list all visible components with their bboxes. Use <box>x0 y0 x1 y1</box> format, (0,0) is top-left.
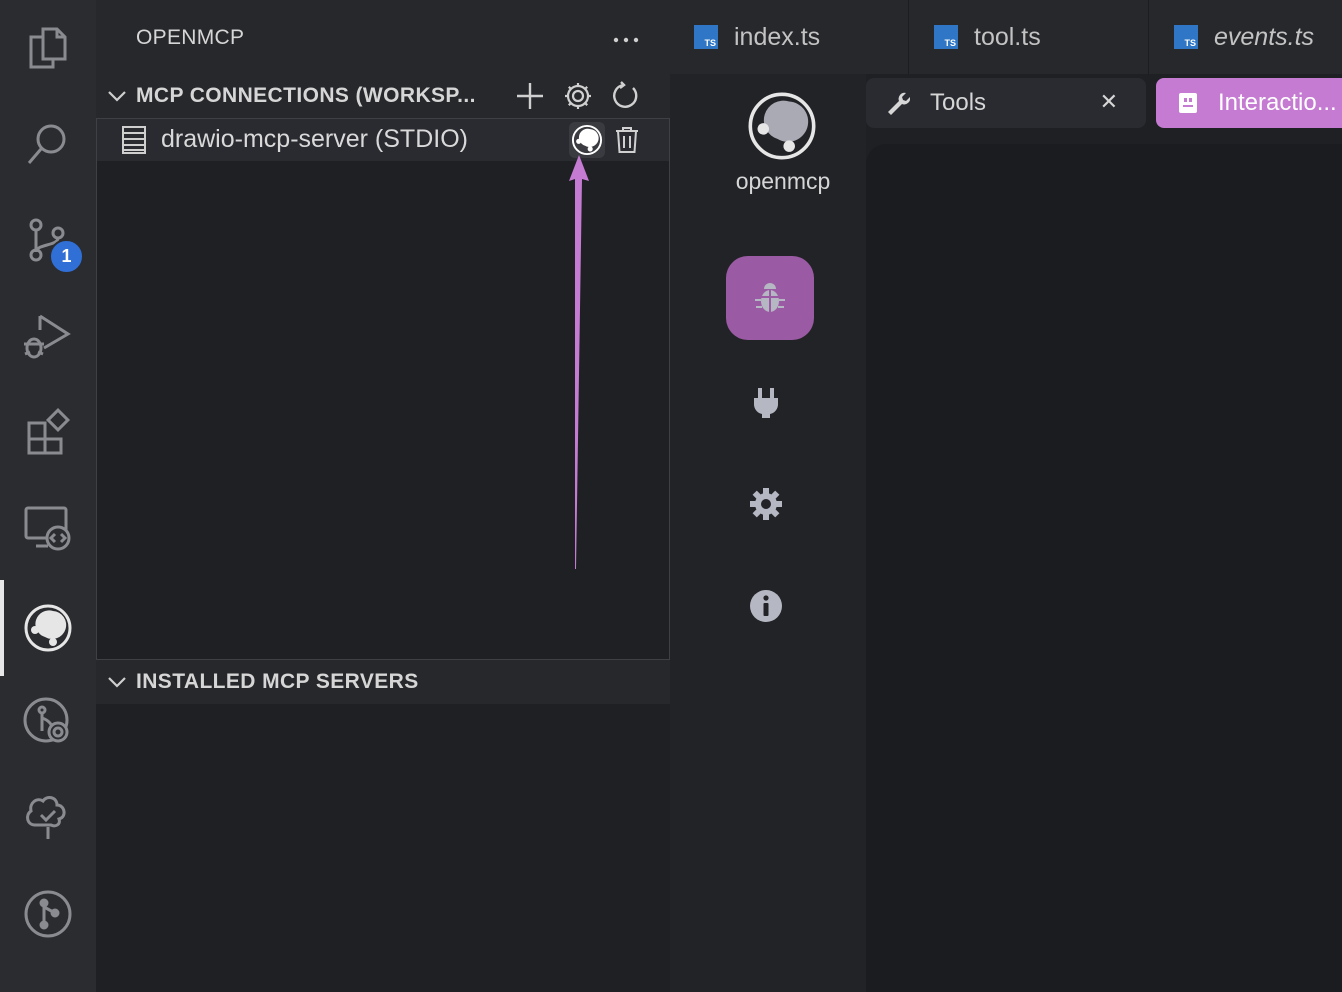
openmcp-logo-icon <box>571 124 603 156</box>
add-icon <box>517 83 543 109</box>
refresh-button[interactable] <box>608 78 644 114</box>
panel-tab-label: Interactio... <box>1218 89 1337 116</box>
content-panel <box>866 144 1342 992</box>
installed-servers-list <box>96 704 670 992</box>
source-control-button[interactable]: 1 <box>0 192 96 288</box>
installed-section-title: INSTALLED MCP SERVERS <box>136 670 419 693</box>
connection-settings-button[interactable] <box>560 78 596 114</box>
tab-label: tool.ts <box>974 22 1041 51</box>
connections-list: drawio-mcp-server (STDIO) <box>96 118 670 660</box>
gear-icon <box>565 83 591 109</box>
typescript-file-icon: TS <box>934 25 958 49</box>
panel-tab-interaction[interactable]: Interactio... <box>1156 78 1342 128</box>
explorer-button[interactable] <box>0 0 96 96</box>
openmcp-button[interactable] <box>0 580 96 676</box>
nav-settings-button[interactable] <box>734 472 798 536</box>
refresh-icon <box>613 81 638 108</box>
sidebar-title: OPENMCP <box>136 26 245 49</box>
gitlens-button[interactable] <box>0 674 96 770</box>
wrench-icon <box>886 91 910 115</box>
tree-check-icon <box>23 793 73 843</box>
files-icon <box>23 23 73 73</box>
annotation-arrow <box>559 155 599 575</box>
chevron-down-icon <box>106 671 128 693</box>
chevron-down-icon <box>106 85 128 107</box>
more-actions-button[interactable] <box>610 28 642 52</box>
connection-label: drawio-mcp-server (STDIO) <box>161 125 468 153</box>
gitlens-icon <box>22 696 74 748</box>
tab-events-ts[interactable]: TS events.ts <box>1148 0 1342 74</box>
openmcp-nav-rail: openmcp <box>670 74 866 992</box>
typescript-file-icon: TS <box>1174 25 1198 49</box>
run-debug-button[interactable] <box>0 288 96 384</box>
open-in-openmcp-button[interactable] <box>569 122 605 158</box>
extensions-icon <box>23 407 73 457</box>
run-debug-icon <box>22 310 74 362</box>
nav-about-button[interactable] <box>734 574 798 638</box>
panel-tab-label: Tools <box>930 89 987 116</box>
nav-connect-button[interactable] <box>734 370 798 434</box>
openmcp-logo-icon <box>746 90 818 162</box>
delete-connection-button[interactable] <box>611 124 643 156</box>
robot-icon <box>1176 91 1200 115</box>
search-button[interactable] <box>0 96 96 192</box>
add-connection-button[interactable] <box>512 78 548 114</box>
nav-debug-button[interactable] <box>726 256 814 340</box>
source-control-badge: 1 <box>49 239 84 274</box>
editor-area: openmcp Tools ✕ Interactio... <box>670 74 1342 992</box>
gear-icon <box>750 488 782 520</box>
remote-explorer-button[interactable] <box>0 480 96 576</box>
testing-button[interactable] <box>0 770 96 866</box>
server-icon <box>121 125 147 155</box>
tab-label: index.ts <box>734 22 821 51</box>
activity-bar: 1 <box>0 0 96 992</box>
editor-tab-bar: TS index.ts TS tool.ts TS events.ts <box>670 0 1342 74</box>
tab-tool-ts[interactable]: TS tool.ts <box>908 0 1149 74</box>
git-graph-icon <box>23 889 73 939</box>
tab-index-ts[interactable]: TS index.ts <box>670 0 909 74</box>
search-icon <box>23 119 73 169</box>
connections-section-header[interactable]: MCP CONNECTIONS (WORKSP... <box>96 74 670 118</box>
typescript-file-icon: TS <box>694 25 718 49</box>
ellipsis-icon <box>613 37 639 43</box>
panel-tab-tools[interactable]: Tools ✕ <box>866 78 1146 128</box>
sidebar: OPENMCP MCP CONNECTIONS (WORKSP... drawi… <box>96 0 670 992</box>
openmcp-logo-icon <box>23 603 73 653</box>
tab-label: events.ts <box>1214 22 1315 51</box>
bug-icon <box>755 283 785 312</box>
plug-icon <box>753 388 779 418</box>
close-icon[interactable]: ✕ <box>1100 89 1118 115</box>
trash-icon <box>616 127 638 153</box>
connections-section-title: MCP CONNECTIONS (WORKSP... <box>136 84 476 107</box>
remote-explorer-icon <box>22 502 74 554</box>
git-graph-button[interactable] <box>0 866 96 962</box>
info-icon <box>750 590 782 622</box>
extensions-button[interactable] <box>0 384 96 480</box>
installed-section-header[interactable]: INSTALLED MCP SERVERS <box>96 660 670 704</box>
brand-label: openmcp <box>735 168 831 194</box>
